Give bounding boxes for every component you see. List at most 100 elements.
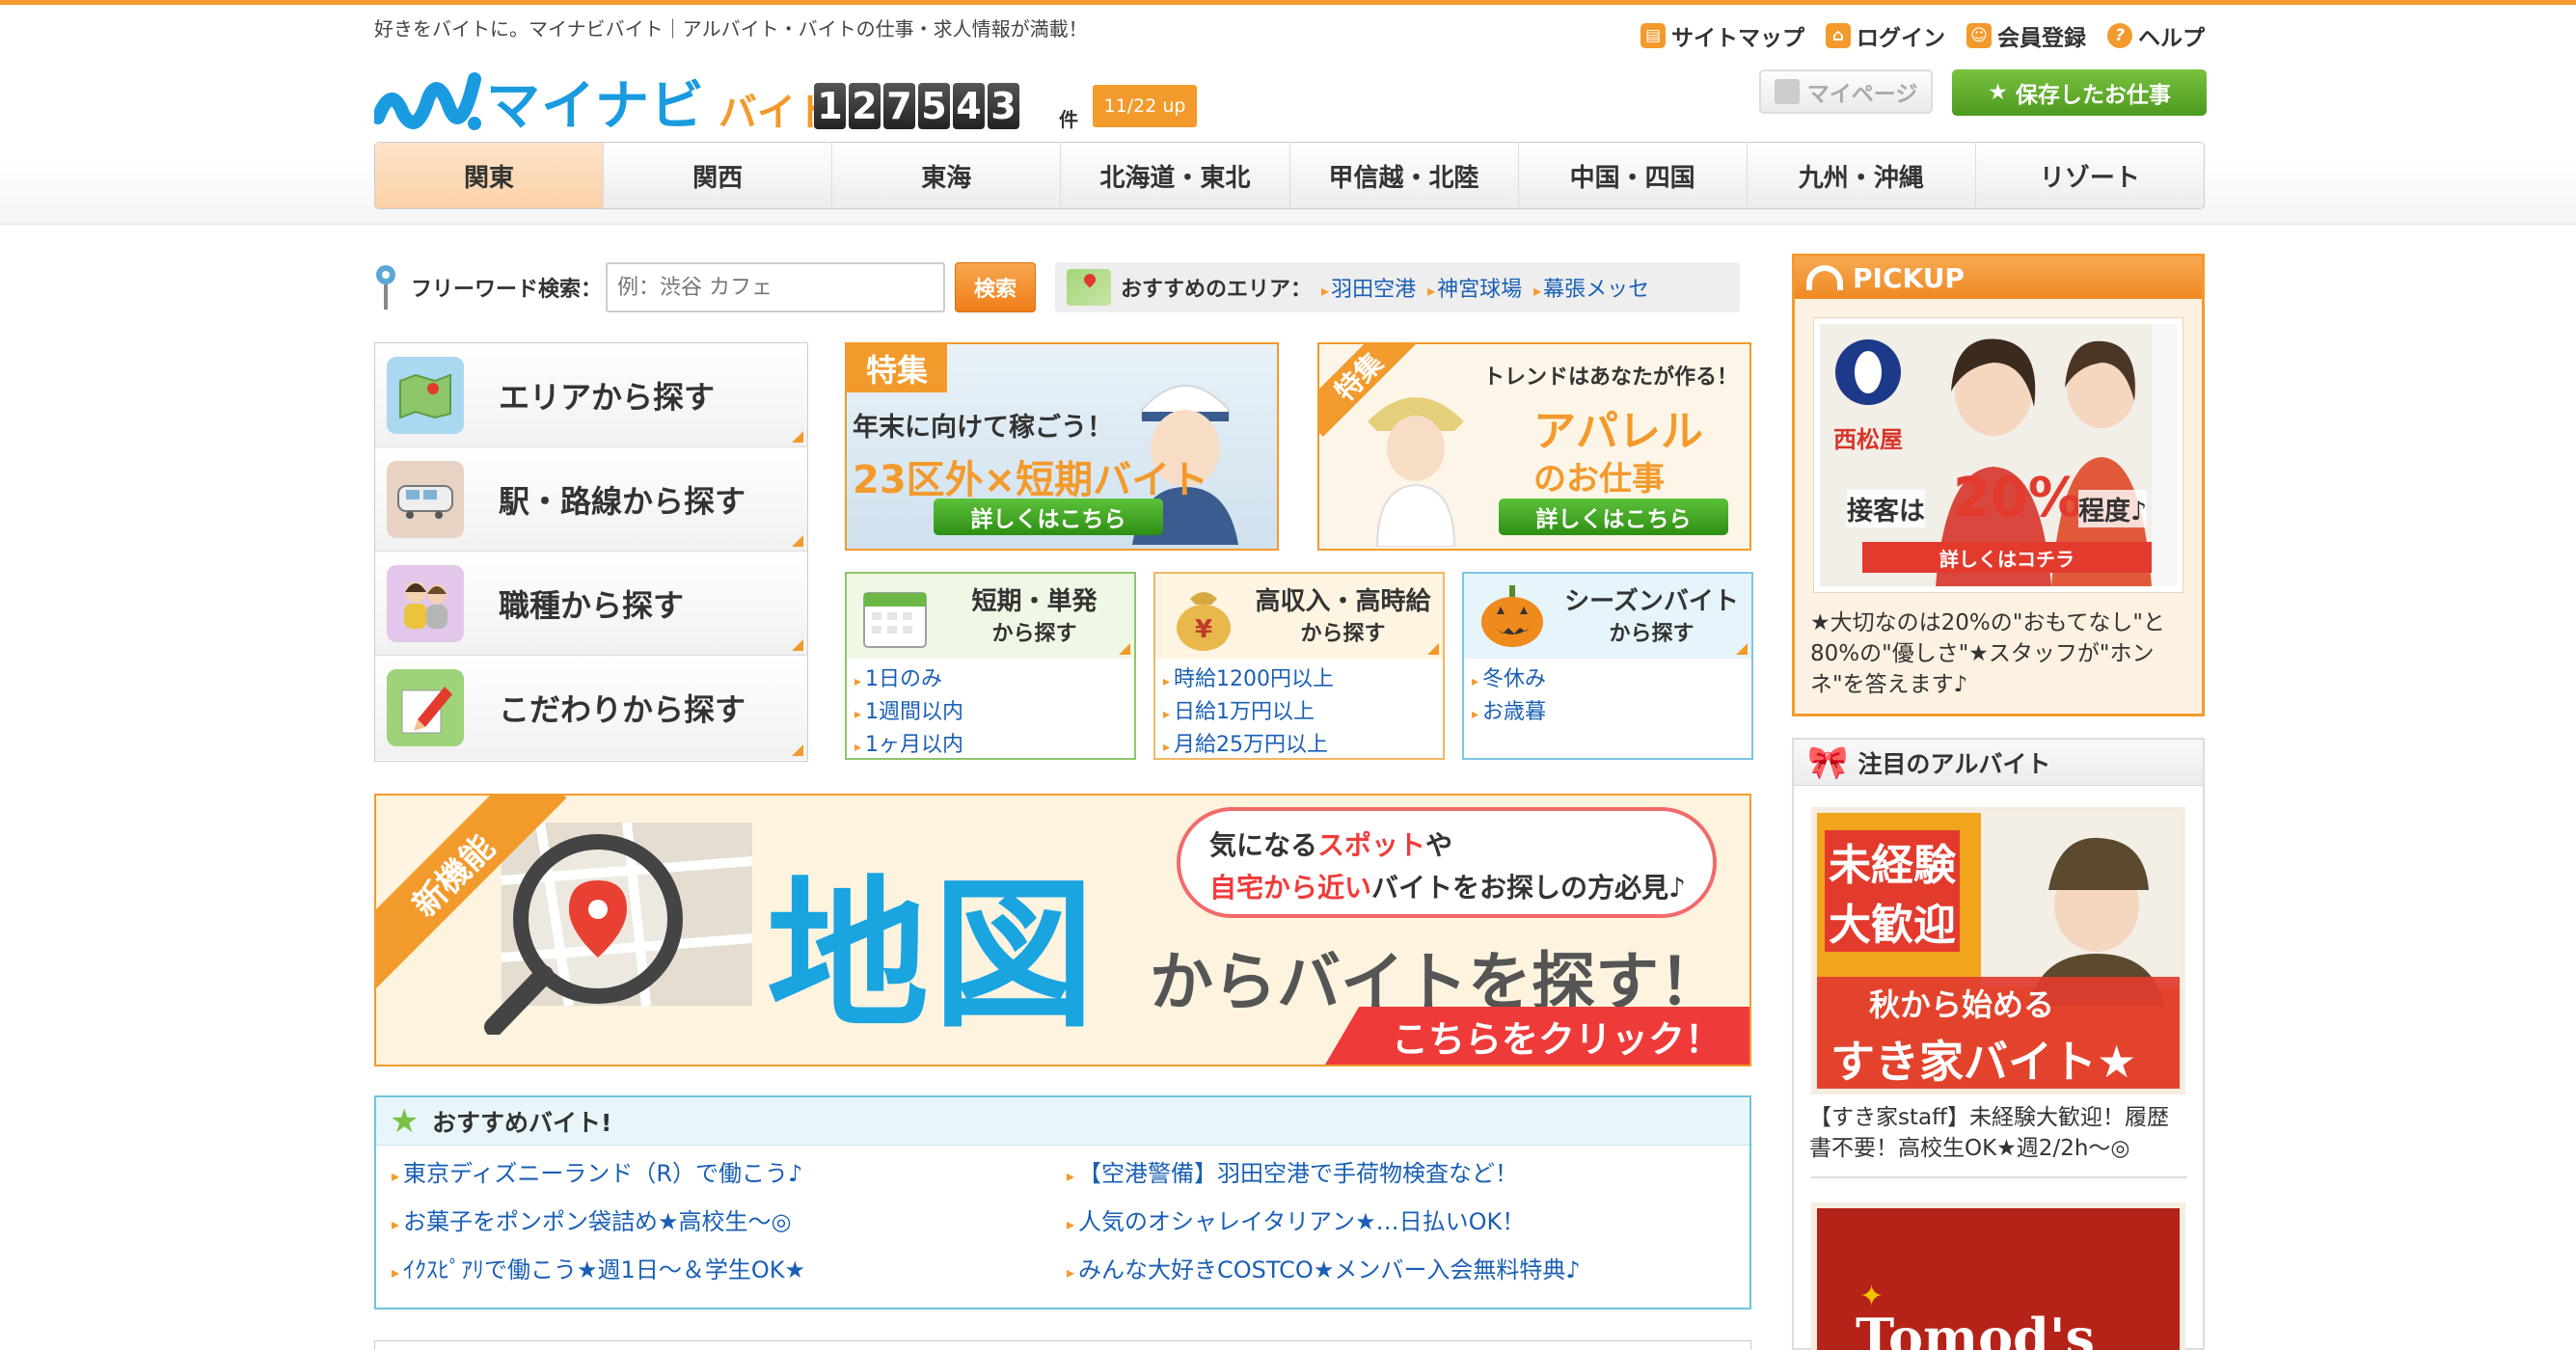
recommended-job-link[interactable]: ｲｸｽﾋﾟｱﾘで働こう★週1日〜＆学生OK★: [392, 1252, 1067, 1288]
category-high-pay: ¥ 高収入・高時給 から探す 時給1200円以上 日給1万円以上 月給25万円以…: [1153, 572, 1445, 760]
search-input[interactable]: [606, 262, 946, 312]
category-link[interactable]: 時給1200円以上: [1163, 664, 1435, 697]
feature-tag: 特集: [847, 344, 947, 392]
category-link[interactable]: 1日のみ: [854, 664, 1126, 697]
top-links: ▤ サイトマップ ⌂ ログイン ☺ 会員登録 ? ヘルプ: [1641, 19, 2205, 52]
counter-digit: 2: [849, 83, 881, 129]
rec-area-link[interactable]: 羽田空港: [1321, 272, 1416, 303]
star-icon: ★: [1988, 80, 2008, 105]
help-link[interactable]: ? ヘルプ: [2107, 19, 2205, 52]
bubble-line-2: 自宅から近いバイトをお探しの方必見♪: [1209, 867, 1686, 905]
help-label: ヘルプ: [2138, 26, 2205, 51]
recommended-job-link[interactable]: お菓子をポンポン袋詰め★高校生〜◎: [392, 1203, 1067, 1240]
sukiya-line-4: すき家バイト★: [1830, 1036, 2137, 1088]
search-by-area[interactable]: エリアから探す: [375, 343, 807, 447]
search-button[interactable]: 検索: [955, 262, 1037, 312]
nav-item-koshinetsu-hokuriku[interactable]: 甲信越・北陸: [1290, 143, 1519, 208]
category-link[interactable]: 1週間以内: [854, 697, 1126, 730]
update-badge: 11/22 up: [1093, 85, 1197, 127]
login-label: ログイン: [1857, 26, 1945, 51]
user-icon: ☺: [1966, 23, 1992, 48]
nav-item-chugoku-shikoku[interactable]: 中国・四国: [1519, 143, 1748, 208]
category-link[interactable]: 月給25万円以上: [1163, 730, 1435, 758]
category-header[interactable]: ¥ 高収入・高時給 から探す: [1155, 574, 1443, 659]
category-link[interactable]: 冬休み: [1472, 664, 1744, 697]
bubble-text: 気になる: [1209, 829, 1318, 861]
bubble-text: や: [1425, 829, 1453, 861]
category-header[interactable]: シーズンバイト から探す: [1464, 574, 1751, 659]
search-by-station[interactable]: 駅・路線から探す: [375, 447, 807, 552]
tomods-logo-text: Tomod's: [1856, 1307, 2095, 1350]
region-nav: 関東 関西 東海 北海道・東北 甲信越・北陸 中国・四国 九州・沖縄 リゾート: [374, 142, 2205, 209]
search-by-preference[interactable]: こだわりから探す: [375, 656, 807, 760]
login-link[interactable]: ⌂ ログイン: [1826, 19, 1945, 52]
nav-item-kanto[interactable]: 関東: [375, 143, 605, 208]
rec-area-link[interactable]: 幕張メッセ: [1533, 272, 1649, 303]
sukiya-banner[interactable]: 未経験 大歓迎 秋から始める すき家バイト★: [1811, 807, 2185, 1094]
nav-item-kyushu-okinawa[interactable]: 九州・沖縄: [1748, 143, 1976, 208]
pickup-detail-button[interactable]: 詳しくはコチラ: [1862, 542, 2152, 573]
search-methods: エリアから探す 駅・路線から探す 職種から探す こだわりから探す: [374, 342, 808, 762]
ribbon-icon: 🎀: [1807, 742, 1849, 782]
apparel-title: アパレル: [1533, 407, 1703, 456]
site-logo[interactable]: マイナビ バイト: [374, 68, 834, 138]
recommended-job-link[interactable]: 人気のオシャレイタリアン★…日払いOK！: [1067, 1203, 1742, 1240]
category-links: 時給1200円以上 日給1万円以上 月給25万円以上: [1155, 659, 1443, 758]
nav-item-resort[interactable]: リゾート: [1976, 143, 2204, 208]
nav-item-tokai[interactable]: 東海: [832, 143, 1062, 208]
category-title: 高収入・高時給: [1255, 587, 1431, 616]
sukiya-line-2: 大歓迎: [1825, 890, 1960, 952]
category-link[interactable]: お歳暮: [1472, 697, 1744, 730]
saved-jobs-button[interactable]: ★ 保存したお仕事: [1952, 69, 2207, 116]
apparel-trend-text: トレンドはあなたが作る！: [1483, 365, 1739, 390]
pickup-description[interactable]: ★大切なのは20%の"おもてなし"と80%の"優しさ"★スタッフが"ホンネ"を答…: [1810, 608, 2196, 700]
recommended-job-link[interactable]: みんな大好きCOSTCO★メンバー入会無料特典♪: [1067, 1252, 1742, 1288]
mypage-label: マイページ: [1806, 82, 1918, 107]
lock-icon: ⌂: [1826, 23, 1851, 48]
category-links: 冬休み お歳暮: [1464, 659, 1751, 736]
map-cta-button[interactable]: こちらをクリック！: [1325, 1007, 1749, 1065]
register-link[interactable]: ☺ 会員登録: [1966, 19, 2086, 52]
nav-item-kansai[interactable]: 関西: [604, 143, 833, 208]
recommended-jobs-header: ★ おすすめバイト!: [376, 1097, 1749, 1146]
recommended-job-link[interactable]: 【空港警備】羽田空港で手荷物検査など！: [1067, 1155, 1742, 1192]
rec-area-link[interactable]: 神宮球場: [1427, 272, 1522, 303]
counter-unit: 件: [1059, 108, 1078, 131]
map-search-banner[interactable]: 新機能 地図 からバイトを探す！ 気になるスポットや 自宅から近いバイトをお探し…: [374, 794, 1751, 1066]
category-links: 1日のみ 1週間以内 1ヶ月以内: [847, 659, 1134, 758]
star-icon: ★: [390, 1101, 420, 1141]
register-label: 会員登録: [1997, 26, 2086, 51]
calendar-icon: [863, 592, 927, 648]
feature-details-button[interactable]: 詳しくはこちら: [934, 499, 1163, 535]
pin-icon: [376, 265, 395, 310]
recommended-job-link[interactable]: 東京ディズニーランド（R）で働こう♪: [392, 1155, 1067, 1192]
category-subtitle: から探す: [1609, 622, 1695, 646]
mypage-button[interactable]: マイページ: [1759, 69, 1933, 114]
map-icon: [387, 356, 464, 434]
sukiya-description[interactable]: 【すき家staff】未経験大歓迎！履歴書不要！高校生OK★週2/2h〜◎: [1809, 1102, 2185, 1164]
job-counter: 1 2 7 5 4 3: [814, 83, 1019, 129]
people-icon: [387, 564, 464, 642]
category-header[interactable]: 短期・単発 から探す: [847, 574, 1134, 659]
nav-item-hokkaido-tohoku[interactable]: 北海道・東北: [1061, 143, 1290, 208]
saved-jobs-label: 保存したお仕事: [2015, 83, 2171, 108]
pickup-brand: 西松屋: [1833, 426, 1903, 453]
search-by-job-type[interactable]: 職種から探す: [375, 552, 807, 656]
feature-banner-short-term[interactable]: 特集 年末に向けて稼ごう！ 23区外×短期バイト 詳しくはこちら: [845, 342, 1279, 551]
rainbow-icon: [1806, 265, 1843, 290]
recommended-jobs-title: おすすめバイト!: [432, 1108, 612, 1137]
tomods-banner[interactable]: ✦ Tomod's: [1811, 1202, 2185, 1350]
category-link[interactable]: 1ヶ月以内: [854, 730, 1126, 758]
feature-banner-apparel[interactable]: 特集 トレンドはあなたが作る！ アパレル のお仕事 詳しくはこちら: [1317, 342, 1751, 551]
train-icon: [387, 460, 464, 538]
category-link[interactable]: 日給1万円以上: [1163, 697, 1435, 730]
apparel-details-button[interactable]: 詳しくはこちら: [1499, 499, 1728, 535]
finder-label: 職種から探す: [499, 586, 685, 624]
bubble-text: バイトをお探しの方必見♪: [1371, 872, 1686, 904]
mypage-user-icon: [1774, 79, 1800, 104]
next-section-box: [374, 1340, 1751, 1350]
pickup-box: PICKUP 西松屋 接客は 20% 程度♪ 詳しくはコチラ ★大切なのは20%…: [1792, 254, 2205, 716]
pickup-banner[interactable]: 西松屋 接客は 20% 程度♪ 詳しくはコチラ: [1814, 318, 2183, 592]
sukiya-line-3: 秋から始める: [1869, 986, 2055, 1023]
sitemap-link[interactable]: ▤ サイトマップ: [1641, 19, 1804, 52]
